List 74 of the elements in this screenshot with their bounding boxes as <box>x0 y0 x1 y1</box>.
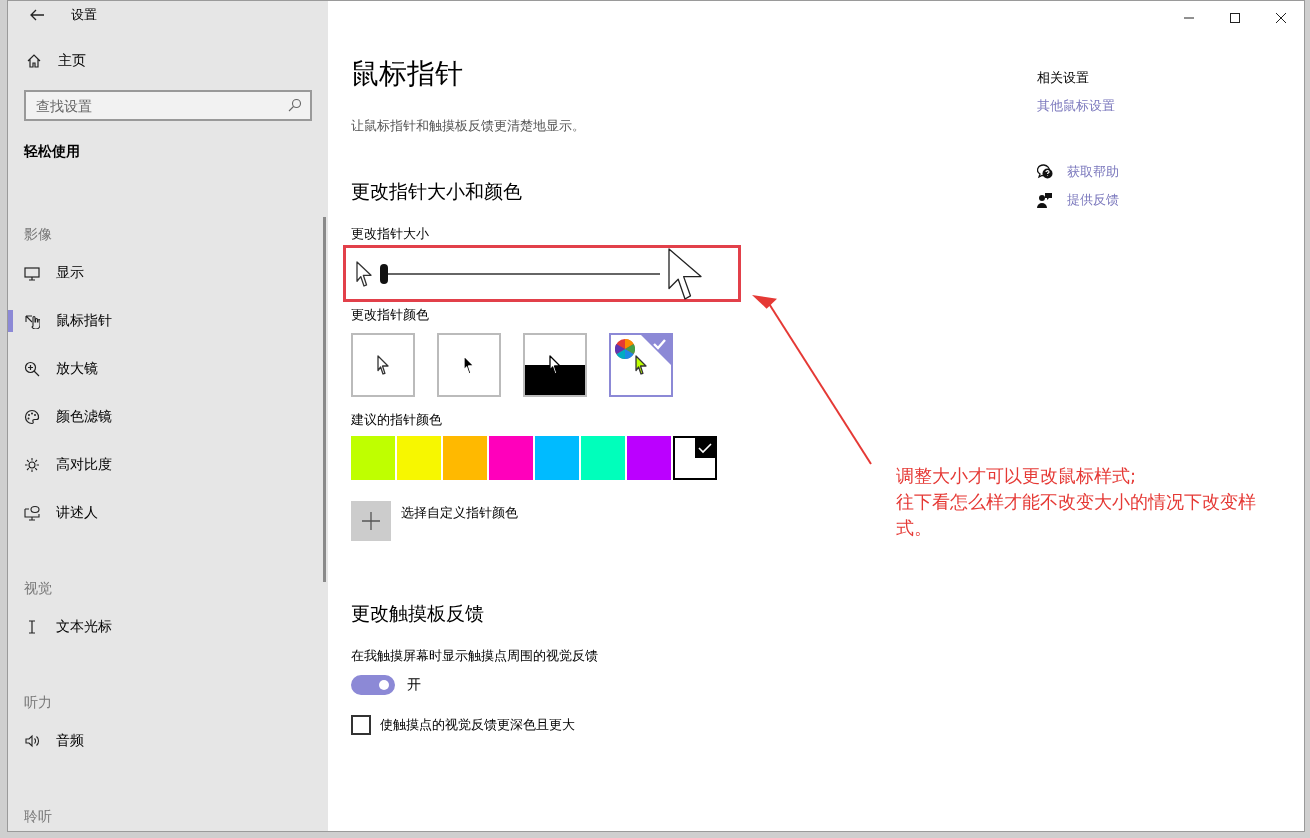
nav-item[interactable]: 高对比度 <box>8 441 328 489</box>
cursor-icon <box>463 355 475 375</box>
checkmark-icon <box>695 438 715 458</box>
annotation-text: 调整大小才可以更改鼠标样式; 往下看怎么样才能不改变大小的情况下改变样式。 <box>896 464 1257 540</box>
color-swatch[interactable] <box>443 436 487 480</box>
color-swatch[interactable] <box>581 436 625 480</box>
magnifier-icon <box>24 361 40 377</box>
custom-color-link[interactable]: 选择自定义指针颜色 <box>401 504 518 522</box>
pointer-color-option[interactable] <box>523 333 587 397</box>
field-label: 更改指针大小 <box>351 225 430 243</box>
add-color-button[interactable] <box>351 501 391 541</box>
field-label: 建议的指针颜色 <box>351 411 443 429</box>
speaker-icon <box>24 733 40 749</box>
palette-icon <box>24 409 40 425</box>
help-bubble-icon <box>1037 164 1053 180</box>
category-heading: 轻松使用 <box>24 143 81 161</box>
large-cursor-icon <box>668 247 702 300</box>
page-description: 让鼠标指针和触摸板反馈更清楚地显示。 <box>351 117 586 135</box>
small-cursor-icon <box>356 260 372 287</box>
color-swatch[interactable] <box>627 436 671 480</box>
home-link[interactable]: 主页 <box>24 50 88 72</box>
toggle-switch[interactable] <box>351 675 395 695</box>
size-slider[interactable] <box>380 263 660 284</box>
section-heading: 更改触摸板反馈 <box>351 601 485 626</box>
pointer-color-option[interactable] <box>351 333 415 397</box>
dark-half <box>525 365 585 395</box>
plus-icon <box>362 512 380 530</box>
page-title: 鼠标指针 <box>351 56 464 92</box>
color-swatch[interactable] <box>351 436 395 480</box>
color-swatch[interactable] <box>535 436 579 480</box>
person-feedback-icon <box>1037 192 1053 208</box>
related-heading: 相关设置 <box>1037 69 1090 87</box>
home-icon <box>26 53 42 69</box>
help-link[interactable]: 获取帮助 <box>1067 163 1119 181</box>
scrollbar[interactable] <box>323 217 326 582</box>
help-link[interactable]: 提供反馈 <box>1067 191 1119 209</box>
monitor-icon <box>24 265 40 281</box>
hand-pointer-icon <box>24 313 40 329</box>
checkmark-corner-icon <box>641 335 671 365</box>
nav-item[interactable]: 讲述人 <box>8 489 328 537</box>
group-heading: 聆听 <box>24 807 53 826</box>
nav-item[interactable]: 颜色滤镜 <box>8 393 328 441</box>
group-heading: 影像 <box>24 225 53 244</box>
color-swatch[interactable] <box>397 436 441 480</box>
pointer-color-option[interactable] <box>437 333 501 397</box>
window-title: 设置 <box>71 5 97 24</box>
checkbox-label: 使触摸点的视觉反馈更深色且更大 <box>380 716 575 734</box>
field-label: 更改指针颜色 <box>351 306 430 324</box>
nav-item[interactable]: 显示 <box>8 249 328 297</box>
slider-thumb[interactable] <box>380 263 388 284</box>
nav-item[interactable]: 鼠标指针 <box>8 297 328 345</box>
cursor-icon <box>377 355 389 375</box>
color-wheel-icon <box>615 339 635 359</box>
group-heading: 听力 <box>24 693 53 712</box>
speech-monitor-icon <box>24 505 40 521</box>
color-swatch[interactable] <box>489 436 533 480</box>
cursor-icon <box>549 355 561 375</box>
related-link[interactable]: 其他鼠标设置 <box>1037 97 1119 115</box>
back-arrow-icon <box>29 7 45 22</box>
sun-icon <box>24 457 40 473</box>
checkbox[interactable] <box>351 715 371 735</box>
cursor-icon <box>635 355 647 375</box>
maximize-icon <box>1230 13 1240 23</box>
section-heading: 更改指针大小和颜色 <box>351 179 523 204</box>
color-swatch[interactable] <box>673 436 717 480</box>
nav-item[interactable]: 文本光标 <box>8 603 328 651</box>
pointer-color-option[interactable] <box>609 333 673 397</box>
search-icon <box>288 98 302 112</box>
toggle-state: 开 <box>407 676 421 694</box>
field-label: 在我触摸屏幕时显示触摸点周围的视觉反馈 <box>351 647 599 665</box>
search-field[interactable]: 查找设置 <box>24 90 312 121</box>
nav-item[interactable]: 音频 <box>8 717 328 765</box>
group-heading: 视觉 <box>24 579 53 598</box>
close-icon <box>1276 13 1286 23</box>
